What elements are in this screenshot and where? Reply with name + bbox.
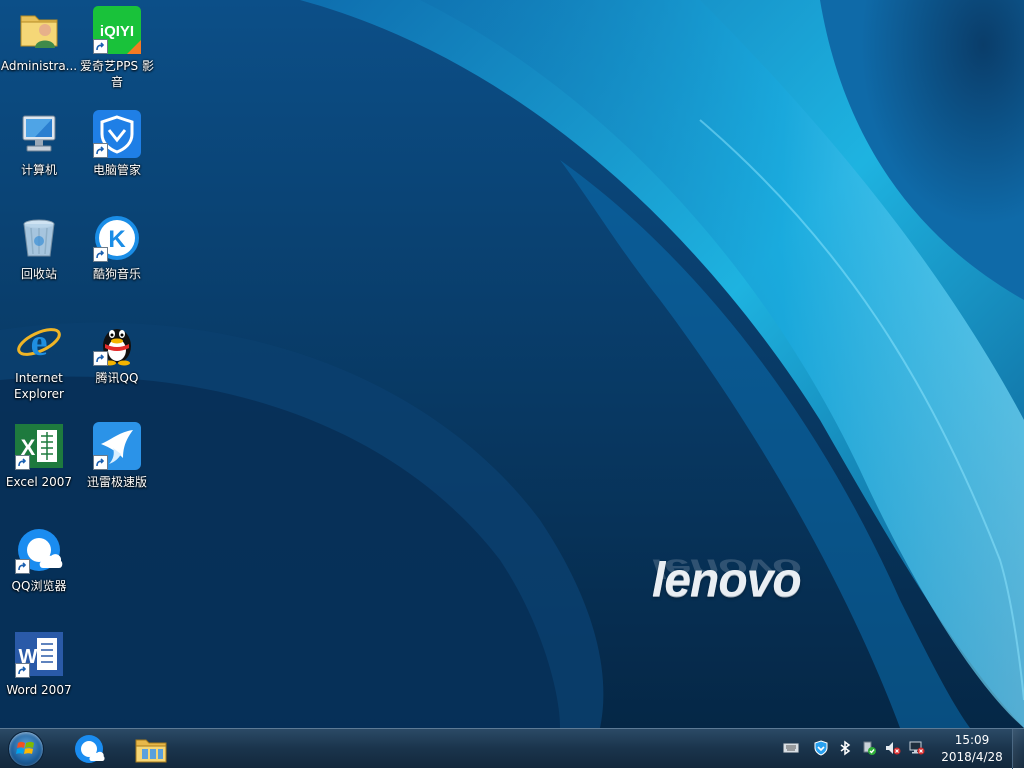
shortcut-arrow-icon — [15, 559, 30, 574]
word-icon: W — [15, 630, 63, 678]
qq-penguin-icon — [93, 318, 141, 366]
desktop-icon-label: 电脑管家 — [92, 163, 141, 177]
clock-date: 2018/4/28 — [941, 750, 1003, 764]
desktop-icon-label: Excel 2007 — [5, 475, 73, 489]
desktop-icon-label: 计算机 — [20, 163, 57, 177]
volume-muted-icon[interactable] — [884, 739, 902, 757]
clock-time: 15:09 — [954, 733, 990, 747]
kugou-music-icon: K — [93, 214, 141, 262]
desktop-icon-label: QQ浏览器 — [11, 579, 67, 593]
shortcut-arrow-icon — [15, 455, 30, 470]
shortcut-arrow-icon — [93, 351, 108, 366]
excel-icon: X — [15, 422, 63, 470]
safely-remove-hardware-icon[interactable] — [860, 739, 878, 757]
desktop-icon-internet-explorer[interactable]: e Internet Explorer — [0, 312, 78, 408]
desktop-icon-tencent-pc-manager[interactable]: 电脑管家 — [78, 104, 156, 200]
shortcut-arrow-icon — [93, 455, 108, 470]
svg-text:K: K — [108, 226, 126, 253]
taskbar[interactable]: 15:09 2018/4/28 — [0, 728, 1024, 769]
windows-start-icon — [8, 731, 44, 767]
computer-icon — [15, 110, 63, 158]
desktop-icon-qq-browser[interactable]: QQ浏览器 — [0, 520, 78, 616]
desktop-icon-label: 回收站 — [20, 267, 57, 281]
desktop-icon-iqiyi[interactable]: iQIYI 爱奇艺PPS 影音 — [78, 0, 156, 96]
show-desktop-button[interactable] — [1012, 729, 1024, 769]
desktop-icon-label: 爱奇艺PPS 影音 — [80, 59, 154, 89]
bluetooth-icon[interactable] — [836, 739, 854, 757]
desktop-icon-excel[interactable]: X Excel 2007 — [0, 416, 78, 512]
desktop-icon-label: 酷狗音乐 — [92, 267, 141, 281]
desktop-icon-administrator[interactable]: Administra... — [0, 0, 78, 96]
internet-explorer-icon: e — [15, 318, 63, 366]
tencent-pc-manager-icon[interactable] — [812, 739, 830, 757]
desktop-icon-word[interactable]: W Word 2007 — [0, 624, 78, 720]
desktop-icon-label: 腾讯QQ — [95, 371, 139, 385]
user-folder-icon — [15, 6, 63, 54]
desktop-icon-label: 迅雷极速版 — [86, 475, 147, 489]
desktop[interactable]: lenovo lenovo Administra... 计算机 — [0, 0, 1024, 728]
desktop-icon-recycle-bin[interactable]: 回收站 — [0, 208, 78, 304]
desktop-icon-computer[interactable]: 计算机 — [0, 104, 78, 200]
shortcut-arrow-icon — [93, 247, 108, 262]
shortcut-arrow-icon — [93, 39, 108, 54]
taskbar-clock[interactable]: 15:09 2018/4/28 — [936, 732, 1008, 766]
tencent-pc-manager-icon — [93, 110, 141, 158]
desktop-icon-xunlei[interactable]: 迅雷极速版 — [78, 416, 156, 512]
shortcut-arrow-icon — [93, 143, 108, 158]
qq-browser-icon — [15, 526, 63, 574]
recycle-bin-icon — [15, 214, 63, 262]
desktop-icon-kugou-music[interactable]: K 酷狗音乐 — [78, 208, 156, 304]
network-disconnected-icon[interactable] — [908, 739, 926, 757]
taskbar-pinned-qq-browser[interactable] — [62, 730, 116, 768]
keyboard-icon[interactable] — [782, 739, 800, 757]
desktop-icon-label: Word 2007 — [6, 683, 72, 697]
desktop-icon-label: Administra... — [0, 59, 78, 73]
iqiyi-icon: iQIYI — [93, 6, 141, 54]
qq-browser-icon — [75, 735, 105, 763]
svg-text:e: e — [31, 322, 48, 364]
desktop-icon-label: Internet Explorer — [14, 371, 64, 401]
file-explorer-icon — [135, 739, 167, 763]
desktop-icon-qq[interactable]: 腾讯QQ — [78, 312, 156, 408]
xunlei-icon — [93, 422, 141, 470]
shortcut-arrow-icon — [15, 663, 30, 678]
taskbar-pinned-file-explorer[interactable] — [124, 730, 178, 768]
svg-text:iQIYI: iQIYI — [100, 23, 134, 40]
wallpaper-brand-logo: lenovo — [652, 554, 802, 607]
start-button[interactable] — [6, 730, 46, 768]
